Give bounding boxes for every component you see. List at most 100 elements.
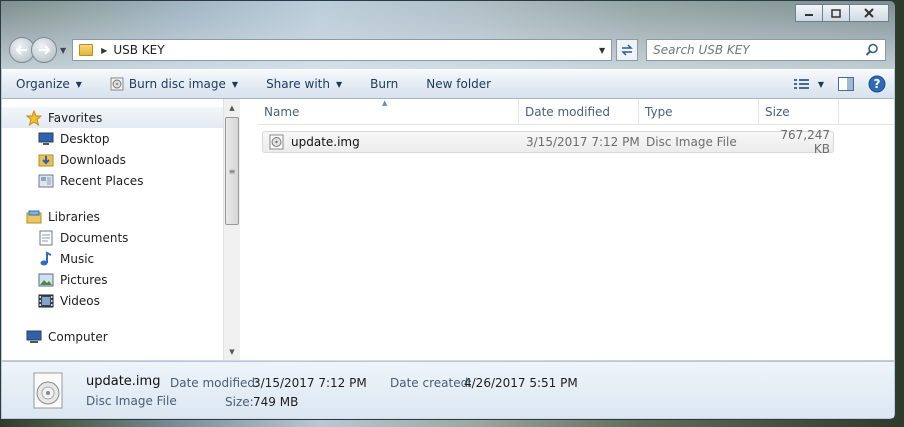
chevron-down-icon: ▼ xyxy=(817,79,824,89)
share-with-menu[interactable]: Share with ▼ xyxy=(266,77,342,91)
music-icon xyxy=(38,250,54,267)
column-header-label: Date modified xyxy=(525,104,611,119)
scroll-down-icon[interactable]: ▼ xyxy=(224,343,240,360)
column-header-name[interactable]: Name xyxy=(258,98,519,125)
libraries-icon xyxy=(26,209,42,225)
nav-item-videos[interactable]: Videos xyxy=(2,290,240,311)
videos-icon xyxy=(38,293,54,309)
burn-disc-image-button[interactable]: Burn disc image ▼ xyxy=(110,77,238,91)
organize-menu[interactable]: Organize ▼ xyxy=(16,77,82,91)
burn-button[interactable]: Burn xyxy=(370,77,398,91)
pane-splitter[interactable] xyxy=(240,99,258,360)
nav-favorites[interactable]: Favorites xyxy=(2,107,240,128)
scroll-up-icon[interactable]: ▲ xyxy=(224,99,240,116)
breadcrumb-usb-key[interactable]: USB KEY xyxy=(113,43,164,57)
file-type: Disc Image File xyxy=(646,135,737,149)
file-name-cell: update.img xyxy=(263,134,520,150)
recent-pages-dropdown[interactable]: ▼ xyxy=(60,46,66,55)
disc-image-large-icon xyxy=(33,372,63,409)
refresh-icon xyxy=(621,44,633,56)
address-dropdown-icon[interactable]: ▼ xyxy=(599,46,605,55)
nav-item-label: Desktop xyxy=(60,131,110,146)
column-header-date-modified[interactable]: Date modified xyxy=(519,98,639,125)
burn-disc-image-label: Burn disc image xyxy=(128,77,226,91)
file-list-pane: ▲ Name Date modified Type Size update.im… xyxy=(258,98,894,360)
sort-ascending-icon: ▲ xyxy=(382,99,388,107)
chevron-down-icon: ▼ xyxy=(231,79,239,89)
recent-places-icon xyxy=(38,173,54,189)
nav-item-recent-places[interactable]: Recent Places xyxy=(2,170,240,191)
nav-item-label: Documents xyxy=(60,230,129,245)
file-row[interactable]: update.img 3/15/2017 7:12 PM Disc Image … xyxy=(262,128,834,156)
refresh-button[interactable] xyxy=(616,39,639,61)
file-size: 767,247 KB xyxy=(780,128,830,156)
svg-text:?: ? xyxy=(874,77,881,91)
nav-item-label: Pictures xyxy=(60,272,108,287)
nav-item-label: Videos xyxy=(60,293,100,308)
nav-computer-label: Computer xyxy=(48,329,108,344)
nav-scrollbar[interactable]: ▲ ≡ ▼ xyxy=(223,99,240,360)
breadcrumb-arrow-icon[interactable]: ▶ xyxy=(101,46,107,55)
file-date-modified: 3/15/2017 7:12 PM xyxy=(526,135,640,149)
close-button[interactable] xyxy=(849,4,889,22)
pictures-icon xyxy=(38,272,54,288)
back-arrow-icon xyxy=(16,45,27,55)
details-pane: update.img Disc Image File Date modified… xyxy=(2,361,894,418)
chevron-down-icon: ▼ xyxy=(335,79,343,89)
nav-item-downloads[interactable]: Downloads xyxy=(2,149,240,170)
view-details-icon xyxy=(793,79,809,89)
maximize-button[interactable] xyxy=(822,4,850,22)
column-header-label: Type xyxy=(645,104,673,119)
computer-icon xyxy=(26,329,42,345)
details-size-value: 749 MB xyxy=(253,395,299,409)
details-date-created-label: Date created: xyxy=(390,376,473,390)
address-row: ▼ ▶ USB KEY ▼ xyxy=(9,37,887,63)
minimize-icon xyxy=(805,14,813,16)
nav-libraries[interactable]: Libraries xyxy=(2,206,240,227)
nav-item-label: Downloads xyxy=(60,152,126,167)
nav-item-desktop[interactable]: Desktop xyxy=(2,128,240,149)
column-header-label: Size xyxy=(765,104,790,119)
folder-icon xyxy=(79,44,94,56)
documents-icon xyxy=(38,230,54,246)
nav-computer[interactable]: Computer xyxy=(2,326,240,347)
new-folder-button[interactable]: New folder xyxy=(426,77,491,91)
star-icon xyxy=(26,109,42,126)
maximize-icon xyxy=(831,8,841,18)
column-header-type[interactable]: Type xyxy=(639,98,759,125)
search-icon[interactable] xyxy=(865,43,879,57)
new-folder-label: New folder xyxy=(426,77,492,91)
column-headers: ▲ Name Date modified Type Size xyxy=(258,98,894,125)
minimize-button[interactable] xyxy=(795,4,823,22)
burn-label: Burn xyxy=(370,77,399,91)
column-header-size[interactable]: Size xyxy=(759,98,839,125)
organize-label: Organize xyxy=(16,77,70,91)
help-icon[interactable]: ? xyxy=(868,75,886,93)
navigation-pane: Favorites Desktop Downloads Recent Place… xyxy=(2,99,240,360)
details-size-label: Size: xyxy=(225,395,254,409)
change-view-button[interactable]: ▼ xyxy=(793,78,824,90)
nav-item-label: Recent Places xyxy=(60,173,144,188)
chevron-down-icon: ▼ xyxy=(75,79,82,89)
nav-item-music[interactable]: Music xyxy=(2,248,240,269)
search-box[interactable] xyxy=(646,39,887,61)
caption-buttons xyxy=(795,4,889,22)
preview-pane-icon[interactable] xyxy=(838,77,854,91)
nav-item-documents[interactable]: Documents xyxy=(2,227,240,248)
nav-favorites-label: Favorites xyxy=(48,110,103,125)
explorer-window: ▼ ▶ USB KEY ▼ Organize ▼ Burn disc image… xyxy=(0,0,896,420)
forward-arrow-icon xyxy=(39,45,50,55)
nav-libraries-label: Libraries xyxy=(48,209,100,224)
close-icon xyxy=(864,8,874,18)
details-file-type: Disc Image File xyxy=(86,394,177,408)
nav-item-pictures[interactable]: Pictures xyxy=(2,269,240,290)
scrollbar-thumb[interactable]: ≡ xyxy=(225,117,239,225)
disc-image-icon xyxy=(110,77,124,91)
search-input[interactable] xyxy=(653,43,854,57)
desktop-icon xyxy=(38,131,54,147)
downloads-folder-icon xyxy=(38,152,54,168)
details-date-created-value: 4/26/2017 5:51 PM xyxy=(464,376,578,390)
share-with-label: Share with xyxy=(266,77,330,91)
forward-button[interactable] xyxy=(31,37,57,63)
address-bar[interactable]: ▶ USB KEY ▼ xyxy=(72,39,613,61)
